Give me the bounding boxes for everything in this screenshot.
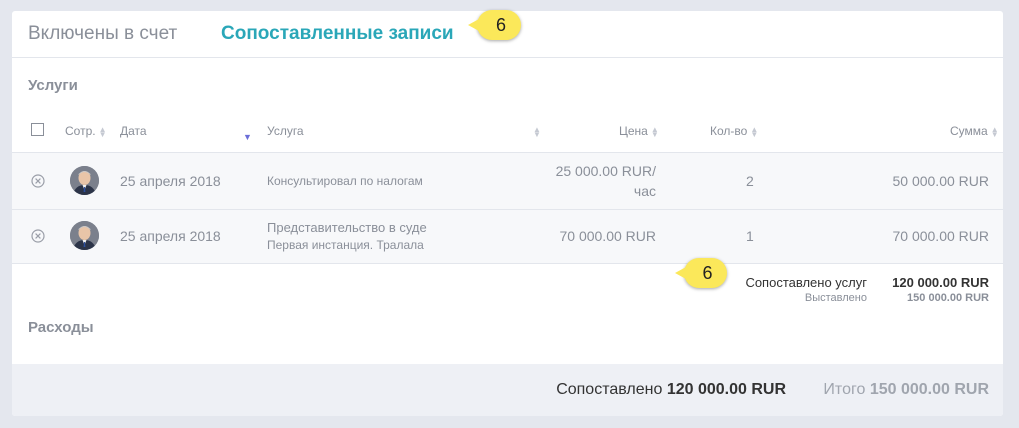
person-photo-icon	[70, 221, 99, 250]
avatar	[70, 221, 99, 250]
footer-matched: Сопоставлено 120 000.00 RUR	[556, 381, 786, 399]
price-value: 70 000.00 RUR	[559, 228, 656, 244]
footer-matched-value: 120 000.00 RUR	[666, 381, 786, 398]
tab-matched-records[interactable]: Сопоставленные записи	[221, 23, 454, 45]
table-row: 25 апреля 2018 Консультировал по налогам…	[12, 153, 1003, 210]
price-unit: час	[633, 183, 656, 199]
service-name: Консультировал по налогам	[267, 174, 423, 188]
matched-records-panel: Включены в счет Сопоставленные записи Ус…	[12, 11, 1003, 416]
expenses-section-title: Расходы	[28, 319, 94, 336]
price-value: 25 000.00 RUR/	[555, 163, 656, 179]
table-row: 25 апреля 2018 Представительство в суде …	[12, 210, 1003, 264]
services-section-title: Услуги	[28, 77, 78, 94]
row-quantity: 2	[746, 173, 754, 189]
avatar	[70, 166, 99, 195]
column-label-service: Услуга	[267, 124, 304, 138]
row-price: 25 000.00 RUR/ час	[556, 161, 656, 201]
footer-total-value: 150 000.00 RUR	[869, 381, 989, 398]
footer-total-label: Итого	[823, 381, 866, 398]
column-header-total[interactable]: Сумма ▲ ▼	[950, 124, 999, 138]
row-price: 70 000.00 RUR	[559, 226, 656, 246]
sort-icon: ▲ ▼	[650, 124, 659, 139]
sort-icon: ▲ ▼	[990, 124, 999, 139]
column-header-date[interactable]: Дата	[120, 124, 147, 138]
column-label-total: Сумма	[950, 124, 988, 138]
column-label-price: Цена	[619, 124, 648, 138]
footer-total: Итого 150 000.00 RUR	[823, 381, 989, 399]
row-quantity: 1	[746, 228, 754, 244]
tab-included-in-invoice[interactable]: Включены в счет	[28, 23, 177, 45]
row-date: 25 апреля 2018	[120, 173, 221, 189]
row-total: 50 000.00 RUR	[892, 173, 989, 189]
row-total: 70 000.00 RUR	[892, 228, 989, 244]
select-all-checkbox[interactable]	[31, 123, 44, 136]
remove-circle-icon[interactable]	[31, 174, 45, 188]
service-note: Первая инстанция. Тралала	[267, 238, 424, 252]
sort-icon: ▲ ▼	[98, 124, 107, 139]
row-service[interactable]: Представительство в суде Первая инстанци…	[267, 220, 427, 252]
footer-matched-label: Сопоставлено	[556, 381, 663, 398]
matched-services-value: 120 000.00 RUR	[892, 275, 989, 290]
tab-count-callout: 6	[468, 10, 521, 40]
column-label-quantity: Кол-во	[710, 124, 748, 138]
person-photo-icon	[70, 166, 99, 195]
column-service-sort[interactable]: ▲ ▼	[530, 124, 541, 138]
summary-count-callout: 6	[675, 258, 727, 288]
totals-footer: Сопоставлено 120 000.00 RUR Итого 150 00…	[12, 364, 1003, 416]
column-header-quantity[interactable]: Кол-во ▲ ▼	[710, 124, 758, 138]
service-name: Представительство в суде	[267, 220, 427, 235]
remove-circle-icon[interactable]	[31, 229, 45, 243]
column-label-date: Дата	[120, 124, 147, 138]
row-service[interactable]: Консультировал по налогам	[267, 174, 423, 188]
sort-icon: ▲ ▼	[750, 124, 759, 139]
row-date: 25 апреля 2018	[120, 228, 221, 244]
invoiced-label: Выставлено	[804, 292, 867, 304]
column-header-service[interactable]: Услуга	[267, 124, 304, 138]
matched-services-label: Сопоставлено услуг	[745, 275, 867, 290]
column-header-price[interactable]: Цена ▲ ▼	[619, 124, 659, 138]
sort-descending-icon[interactable]: ▼	[243, 132, 252, 142]
column-header-employee[interactable]: Сотр. ▲ ▼	[65, 124, 107, 138]
column-label-employee: Сотр.	[65, 124, 96, 138]
invoiced-value: 150 000.00 RUR	[907, 292, 989, 304]
sort-icon: ▲ ▼	[533, 124, 541, 139]
